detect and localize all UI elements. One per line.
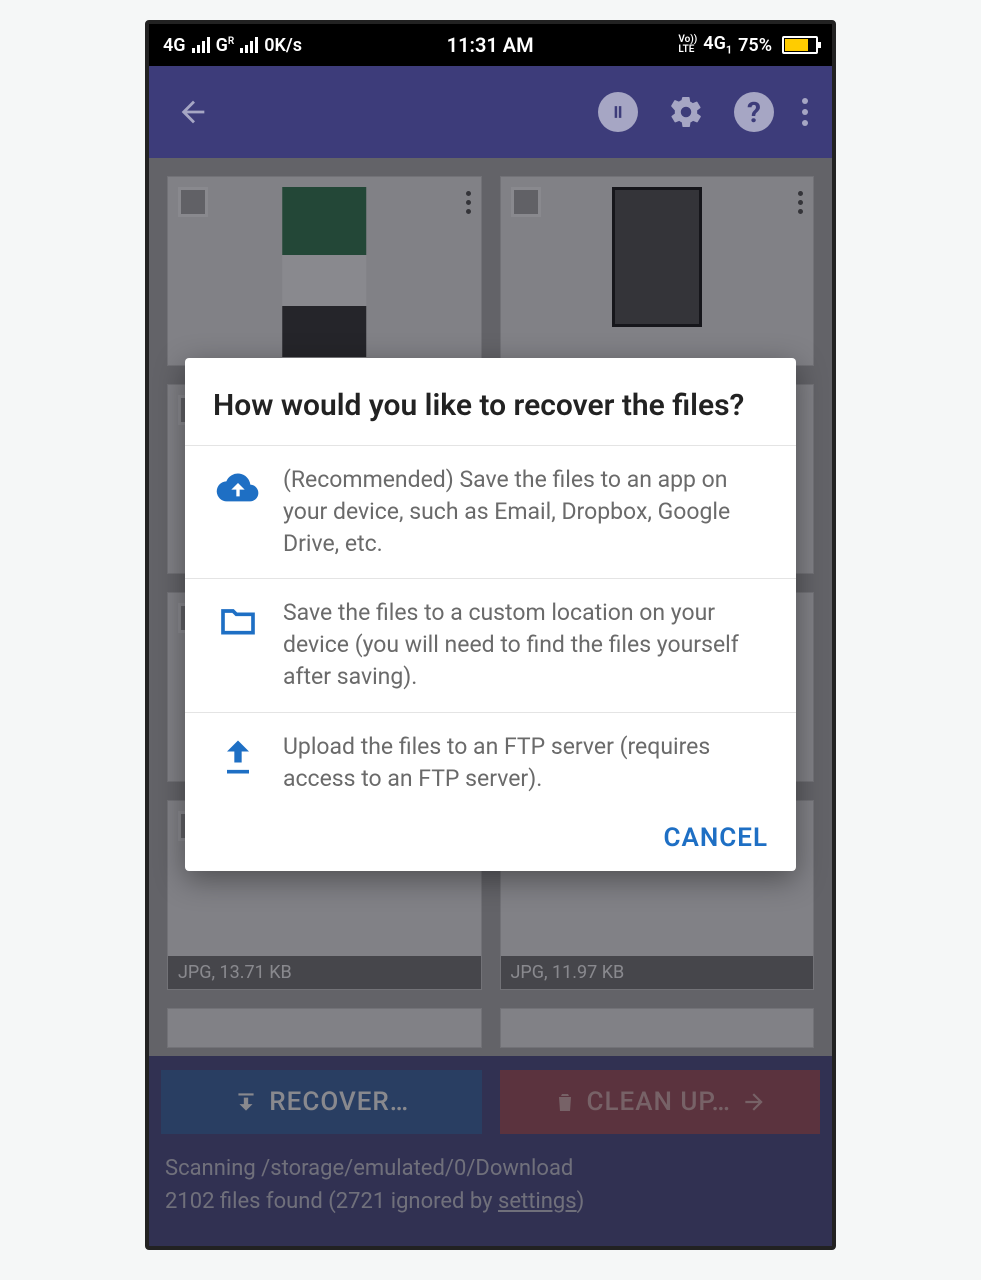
signal-bars-2-icon (240, 37, 258, 53)
folder-icon (213, 597, 263, 641)
network-2-label: GR (216, 35, 235, 56)
back-button[interactable] (173, 92, 213, 132)
battery-icon (782, 36, 818, 54)
signal-bars-1-icon (192, 37, 210, 53)
recover-dialog: How would you like to recover the files?… (185, 358, 796, 871)
option-text: Save the files to a custom location on y… (283, 597, 768, 694)
settings-button[interactable] (666, 92, 706, 132)
speed-label: 0K/s (264, 35, 302, 56)
pause-button[interactable] (598, 92, 638, 132)
cancel-button[interactable]: CANCEL (664, 823, 768, 853)
volte-icon: Vo)) LTE (678, 35, 697, 55)
dialog-title: How would you like to recover the files? (185, 386, 796, 445)
cloud-upload-icon (213, 464, 263, 508)
upload-icon (213, 731, 263, 779)
network-1-label: 4G (163, 35, 186, 56)
status-right: Vo)) LTE 4G1 75% (678, 33, 818, 57)
option-cloud-app[interactable]: (Recommended) Save the files to an app o… (185, 445, 796, 579)
option-text: (Recommended) Save the files to an app o… (283, 464, 768, 561)
option-text: Upload the files to an FTP server (requi… (283, 731, 768, 795)
device-frame: 4G GR 0K/s 11:31 AM Vo)) LTE 4G1 75% (145, 20, 836, 1250)
network-right-label: 4G1 (703, 33, 732, 57)
battery-label: 75% (738, 35, 772, 56)
status-left: 4G GR 0K/s (163, 35, 302, 56)
option-custom-location[interactable]: Save the files to a custom location on y… (185, 578, 796, 712)
option-ftp-upload[interactable]: Upload the files to an FTP server (requi… (185, 712, 796, 813)
help-button[interactable]: ? (734, 92, 774, 132)
status-bar: 4G GR 0K/s 11:31 AM Vo)) LTE 4G1 75% (149, 24, 832, 66)
clock: 11:31 AM (447, 33, 534, 57)
overflow-menu-button[interactable] (802, 98, 808, 126)
app-toolbar: ? (149, 66, 832, 158)
